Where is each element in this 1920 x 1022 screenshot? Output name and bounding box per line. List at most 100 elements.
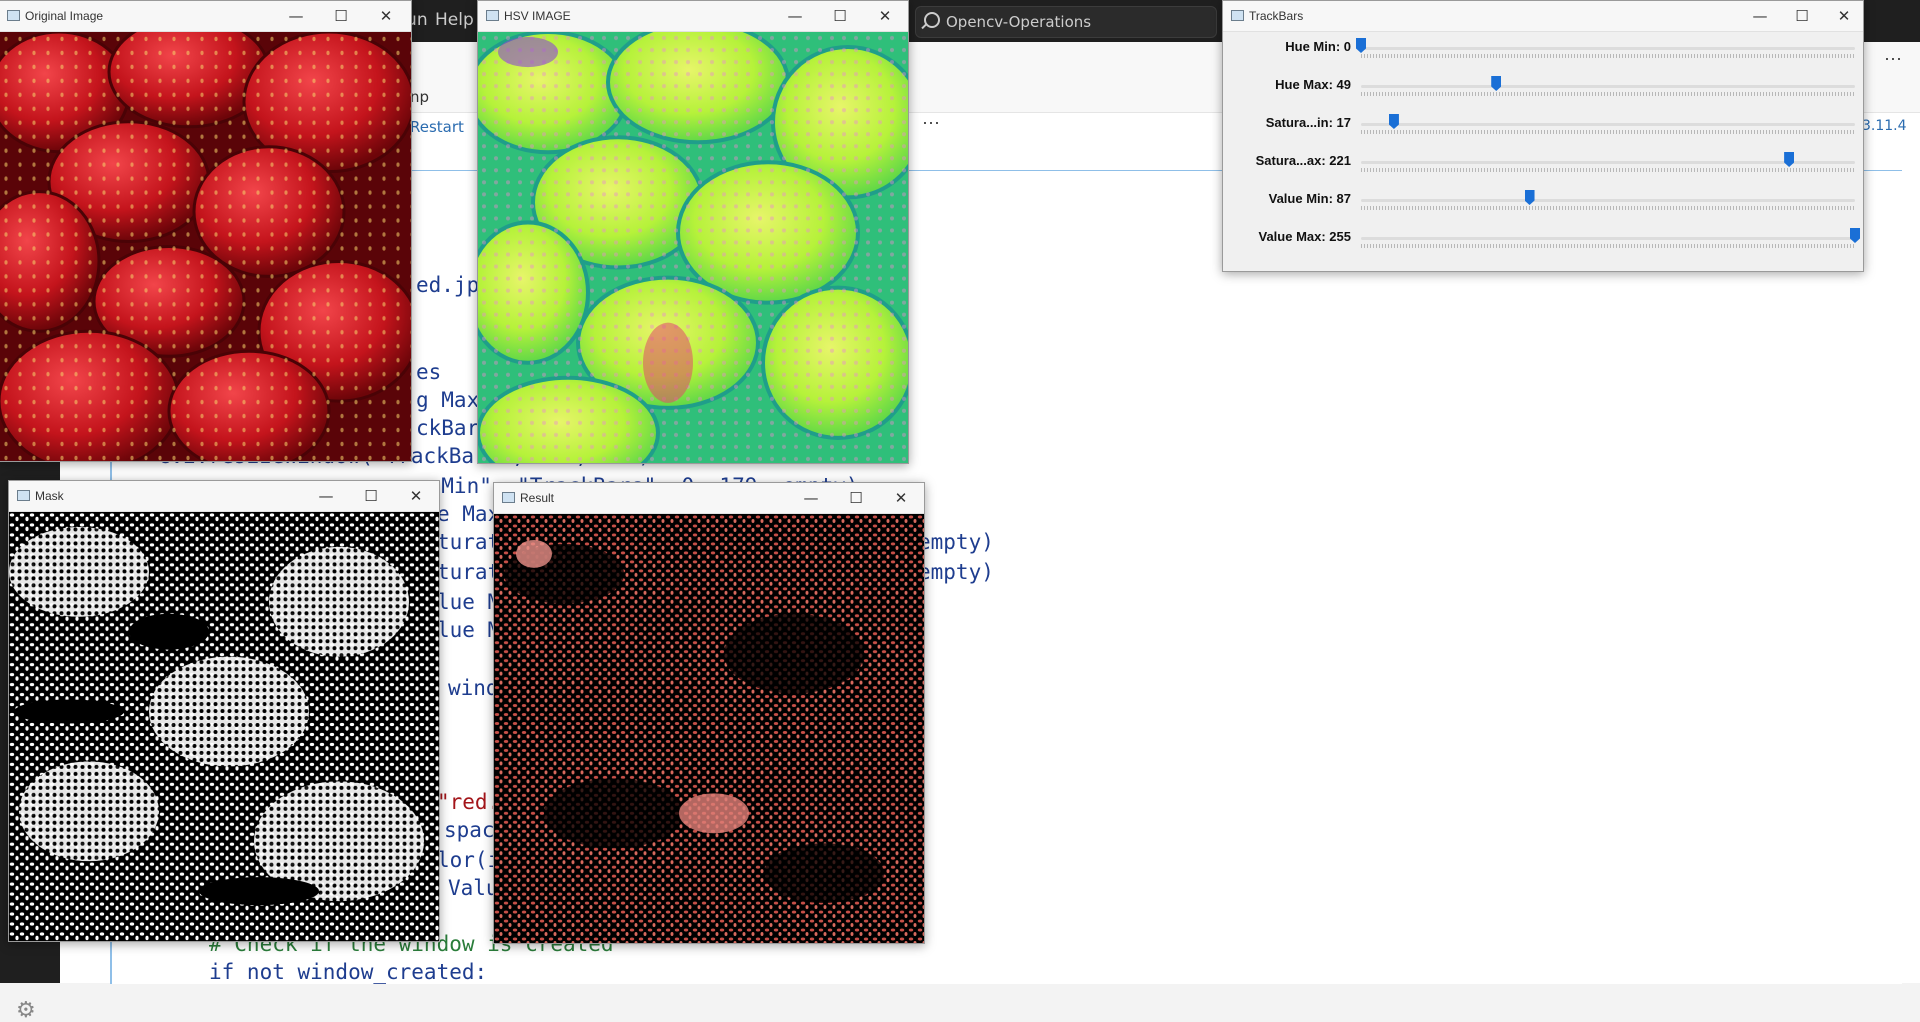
trackbar-track[interactable] [1361,199,1855,202]
code-line: turat [437,560,501,584]
original-image [0,32,411,461]
trackbar-track[interactable] [1361,85,1855,88]
gear-icon[interactable]: ⚙ [16,999,36,1021]
minimize-button[interactable]: — [309,486,343,506]
code-line: "red. [437,790,501,814]
window-title: HSV IMAGE [504,9,571,23]
window-titlebar[interactable]: Result — ☐ ✕ [494,483,924,514]
close-button[interactable]: ✕ [868,6,902,26]
hsv-image-window[interactable]: HSV IMAGE — ☐ ✕ [477,0,909,464]
minimize-button[interactable]: — [279,6,313,26]
trackbar-ticks [1361,244,1855,248]
trackbar-label: Satura...ax: 221 [1255,153,1351,168]
result-window[interactable]: Result — ☐ ✕ [493,482,925,944]
code-line: Valu [448,876,499,900]
trackbar-ticks [1361,54,1855,58]
restart-button[interactable]: Restart [410,118,464,136]
trackbar-thumb[interactable] [1388,114,1399,129]
app-icon [1231,10,1244,21]
window-titlebar[interactable]: TrackBars — ☐ ✕ [1223,1,1863,32]
window-titlebar[interactable]: HSV IMAGE — ☐ ✕ [478,1,908,32]
maximize-button[interactable]: ☐ [324,6,358,26]
hsv-strawberries-image [478,32,908,463]
trackbar-ticks [1361,92,1855,96]
trackbar-hue-max[interactable]: Hue Max: 49 [1223,72,1863,110]
window-titlebar[interactable]: Mask — ☐ ✕ [9,481,439,512]
minimize-button[interactable]: — [778,6,812,26]
trackbar-hue-min[interactable]: Hue Min: 0 [1223,34,1863,72]
trackbar-value-max[interactable]: Value Max: 255 [1223,224,1863,262]
code-line: turat [437,530,501,554]
maximize-button[interactable]: ☐ [839,488,873,508]
window-title: Result [520,491,555,505]
code-line: wind [448,676,499,700]
window-title: Mask [35,489,64,503]
code-line: es [416,360,442,384]
minimize-button[interactable]: — [794,488,828,508]
maximize-button[interactable]: ☐ [354,486,388,506]
minimize-button[interactable]: — [1743,6,1777,26]
code-line: empty) [918,530,994,554]
trackbar-ticks [1361,130,1855,134]
result-image [494,514,924,943]
trackbar-ticks [1361,168,1855,172]
original-image-window[interactable]: Original Image — ☐ ✕ [0,0,412,462]
code-line: ckBar [416,416,480,440]
close-button[interactable]: ✕ [884,488,918,508]
masked-result-image [494,514,924,943]
trackbar-thumb[interactable] [1491,76,1502,91]
maximize-button[interactable]: ☐ [823,6,857,26]
code-line: e Max [437,502,501,526]
hsv-image [478,32,908,463]
strawberries-image [0,32,411,461]
trackbar-saturation-min[interactable]: Satura...in: 17 [1223,110,1863,148]
code-line: if not window_created: [209,960,488,984]
app-icon [17,490,30,501]
close-button[interactable]: ✕ [1827,6,1861,26]
trackbar-thumb[interactable] [1784,152,1795,167]
menu-help[interactable]: Help [435,10,474,30]
app-icon [7,10,20,21]
trackbar-label: Hue Max: 49 [1275,77,1351,92]
trackbar-label: Value Min: 87 [1268,191,1351,206]
trackbar-track[interactable] [1361,237,1855,240]
code-line: ed.jp [416,273,480,297]
code-line: lue M [437,590,501,614]
breadcrumb[interactable]: np [410,88,429,106]
close-button[interactable]: ✕ [369,6,403,26]
search-text: Opencv-Operations [946,13,1092,31]
code-line: lor(i [437,848,501,872]
trackbar-track[interactable] [1361,123,1855,126]
command-center-search[interactable]: Opencv-Operations [915,6,1217,38]
window-title: TrackBars [1249,9,1304,23]
kernel-version[interactable]: 3.11.4 [1862,118,1907,134]
close-button[interactable]: ✕ [399,486,433,506]
search-icon [924,12,940,28]
trackbar-thumb[interactable] [1850,228,1860,243]
trackbar-thumb[interactable] [1524,190,1535,205]
trackbar-thumb[interactable] [1356,38,1366,53]
trackbars-panel: Hue Min: 0 Hue Max: 49 Satura...in: 17 Satu… [1223,32,1863,271]
trackbar-saturation-max[interactable]: Satura...ax: 221 [1223,148,1863,186]
mask-window[interactable]: Mask — ☐ ✕ [8,480,440,942]
window-titlebar[interactable]: Original Image — ☐ ✕ [0,1,411,32]
code-line: empty) [918,560,994,584]
trackbar-label: Satura...in: 17 [1265,115,1351,130]
editor-more-button[interactable]: ··· [1884,48,1902,69]
app-icon [486,10,499,21]
code-line: lue M [437,618,501,642]
trackbar-track[interactable] [1361,161,1855,164]
mask-image [9,512,439,941]
code-line: g Max [416,388,480,412]
maximize-button[interactable]: ☐ [1785,6,1819,26]
trackbars-window[interactable]: TrackBars — ☐ ✕ Hue Min: 0 Hue Max: 49 Sat… [1222,0,1864,272]
trackbar-track[interactable] [1361,47,1855,50]
trackbar-label: Value Max: 255 [1258,229,1352,244]
app-icon [502,492,515,503]
binary-mask-image [9,512,439,941]
toolbar-more-button[interactable]: ··· [922,112,940,133]
trackbar-label: Hue Min: 0 [1285,39,1351,54]
trackbar-value-min[interactable]: Value Min: 87 [1223,186,1863,224]
code-line: spac [444,818,495,842]
trackbar-ticks [1361,206,1855,210]
